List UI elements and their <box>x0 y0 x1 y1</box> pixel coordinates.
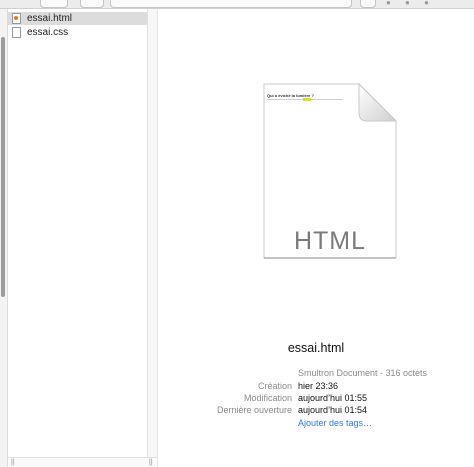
info-key: Dernière ouverture <box>216 405 292 415</box>
share-button[interactable] <box>360 0 376 8</box>
add-tags-link[interactable]: Ajouter des tags… <box>298 418 372 428</box>
column-bottom-bar: || || <box>8 457 157 467</box>
info-value: aujourd’hui 01:54 <box>298 405 368 415</box>
path-control[interactable] <box>110 0 352 8</box>
column-scrollbar[interactable] <box>148 9 158 467</box>
left-scrollbar-thumb[interactable] <box>1 37 5 297</box>
preview-pane: Qui a éviché la lumière ? HTML essai.htm… <box>158 9 474 467</box>
info-key: Création <box>257 381 292 391</box>
info-row-creation: Création hier 23:36 <box>158 381 474 393</box>
html-document-icon: Qui a éviché la lumière ? HTML <box>263 83 397 259</box>
info-row-tags: Ajouter des tags… <box>158 418 474 430</box>
column-resize-handle-icon[interactable]: || <box>11 459 15 466</box>
back-button[interactable] <box>40 0 68 8</box>
preview-file-name: essai.html <box>287 341 345 355</box>
list-item-essai-html[interactable]: essai.html <box>8 12 147 25</box>
css-file-icon <box>12 27 21 38</box>
document-type-label: HTML <box>293 227 367 255</box>
html-file-icon <box>12 13 21 24</box>
toolbar-more-icon[interactable]: ● ● ● <box>386 0 435 7</box>
list-item-label: essai.css <box>27 27 69 38</box>
list-item-essai-css[interactable]: essai.css <box>8 26 147 39</box>
finder-window: ● ● ● essai.html essai.css || || Qui a é… <box>0 0 474 467</box>
info-row-modification: Modification aujourd’hui 01:55 <box>158 393 474 405</box>
info-key: Modification <box>243 393 292 403</box>
info-value: aujourd’hui 01:55 <box>298 393 368 403</box>
forward-button[interactable] <box>80 0 104 8</box>
info-row-kind: Smultron Document - 316 octets <box>158 368 474 380</box>
list-item-label: essai.html <box>27 13 73 24</box>
left-scrollbar[interactable] <box>0 9 8 467</box>
info-value: hier 23:36 <box>298 381 339 391</box>
toolbar: ● ● ● <box>0 0 474 9</box>
column-resize-handle-icon[interactable]: || <box>149 459 153 466</box>
thumbnail-highlight <box>303 98 311 101</box>
info-row-last-opened: Dernière ouverture aujourd’hui 01:54 <box>158 405 474 417</box>
file-kind: Smultron Document - 316 octets <box>298 368 428 378</box>
file-list: essai.html essai.css <box>8 9 147 457</box>
